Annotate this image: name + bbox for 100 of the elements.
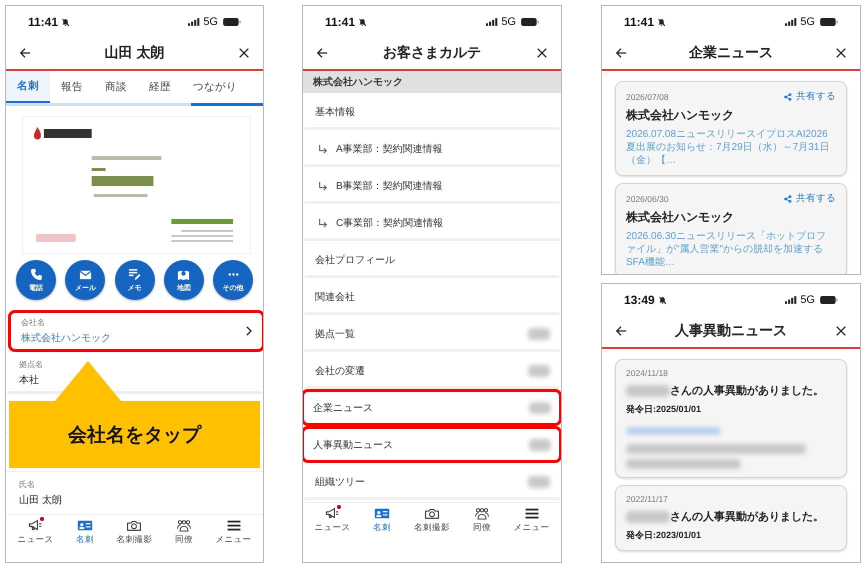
share-button[interactable]: 共有する (784, 90, 836, 103)
sub-item-arrow-icon (318, 180, 328, 190)
news-date: 2026/06/30 (626, 194, 669, 204)
menu-item[interactable]: 拠点一覧 (303, 315, 561, 352)
bell-slash-icon (358, 18, 368, 26)
back-arrow-icon[interactable] (615, 46, 627, 58)
news-date: 2022/11/17 (626, 494, 668, 504)
menu-item[interactable]: 基本情報 (303, 93, 561, 130)
status-time: 11:41 (28, 15, 58, 29)
signal-icon (785, 18, 798, 26)
field-label: 拠点名 (19, 359, 43, 370)
tab[interactable]: 名刺 (6, 71, 50, 103)
battery-icon (223, 18, 241, 26)
menu-icon (524, 507, 540, 520)
bell-slash-icon (658, 296, 667, 304)
id-card-icon (374, 507, 390, 520)
sub-item-arrow-icon (318, 144, 328, 154)
nav-tab[interactable]: 名刺撮影 (112, 519, 156, 546)
menu-item[interactable]: C事業部：契約関連情報 (303, 204, 561, 241)
menu-item[interactable]: 関連会社 (303, 278, 561, 315)
people-icon (474, 507, 490, 520)
screen-title: お客さまカルテ (383, 44, 481, 62)
battery-icon (820, 296, 838, 304)
field-value: 山田 太朗 (19, 494, 62, 507)
close-icon[interactable] (835, 46, 847, 58)
share-icon (784, 194, 792, 202)
nav-tab[interactable]: メニュー (510, 507, 554, 534)
menu-icon (226, 519, 242, 532)
network-label: 5G (501, 16, 516, 28)
news-date: 2024/11/18 (626, 368, 668, 378)
status-time: 11:41 (325, 15, 356, 29)
highlighted-field-row[interactable]: 会社名 株式会社ハンモック (8, 310, 263, 352)
notification-dot (337, 505, 342, 509)
bell-slash-icon (61, 18, 70, 26)
camera-icon (126, 519, 142, 532)
personnel-message: さんの人事異動がありました。 (670, 384, 824, 398)
menu-item[interactable]: 企業ニュース (303, 389, 561, 426)
nav-tab[interactable]: ニュース (13, 519, 58, 546)
redacted-blur (626, 384, 670, 396)
effective-date: 発令日:2025/01/01 (626, 403, 702, 416)
menu-item[interactable]: 会社の変遷 (303, 352, 561, 389)
share-button[interactable]: 共有する (784, 192, 836, 205)
personnel-message: さんの人事異動がありました。 (670, 510, 824, 524)
screen-title: 山田 太朗 (104, 44, 164, 62)
back-arrow-icon[interactable] (19, 46, 31, 58)
signal-icon (486, 18, 498, 26)
nav-tab[interactable]: ニュース (310, 507, 354, 534)
sub-item-arrow-icon (318, 218, 328, 228)
menu-item[interactable]: 組織ツリー (303, 463, 561, 500)
megaphone-icon (27, 519, 44, 532)
people-icon (176, 519, 192, 532)
signal-icon (785, 296, 798, 304)
battery-icon (521, 18, 539, 26)
news-card[interactable]: 2022/11/17 さんの人事異動がありました。 発令日:2023/01/01 (615, 485, 847, 551)
effective-date: 発令日:2023/01/01 (626, 529, 702, 542)
megaphone-icon (324, 507, 340, 520)
nav-tab[interactable]: 同僚 (171, 519, 198, 546)
section-header: 株式会社ハンモック (303, 71, 561, 93)
menu-item[interactable]: A事業部：契約関連情報 (303, 130, 561, 167)
news-card[interactable]: 2026/06/30 共有する 株式会社ハンモック 2026.06.30ニュースリリース「ホットプロファイル」が"属人営業"からの脱却を加速するSFA機能… (615, 183, 847, 274)
nav-tab[interactable]: 同僚 (468, 507, 495, 534)
menu-item[interactable]: 人事異動ニュース (303, 426, 561, 463)
phone-icon (30, 268, 42, 280)
field-label: 氏名 (19, 479, 35, 490)
status-time: 11:41 (624, 15, 654, 29)
close-icon[interactable] (536, 46, 548, 58)
network-label: 5G (800, 294, 815, 306)
network-label: 5G (203, 16, 218, 28)
nav-tab[interactable]: メニュー (212, 519, 256, 546)
news-card[interactable]: 2026/07/08 共有する 株式会社ハンモック 2026.07.08ニュースリリースイプロスAI2026夏出展のお知らせ：7月29日（水）～7月31日（金）【… (615, 81, 847, 176)
company-name: 株式会社ハンモック (626, 209, 734, 226)
back-arrow-icon[interactable] (615, 324, 627, 336)
close-icon[interactable] (835, 324, 847, 336)
close-icon[interactable] (238, 46, 250, 58)
field-label: 会社名 (21, 317, 45, 328)
menu-item[interactable]: B事業部：契約関連情報 (303, 167, 561, 204)
screen-title: 企業ニュース (689, 44, 773, 62)
id-card-icon (76, 519, 93, 532)
nav-tab[interactable]: 名刺 (72, 519, 98, 546)
field-value: 本社 (19, 374, 39, 387)
chevron-right-icon (245, 326, 252, 336)
menu-item[interactable]: 会社プロフィール (303, 241, 561, 278)
redacted-blur (626, 510, 670, 522)
status-time: 13:49 (624, 293, 655, 307)
news-card[interactable]: 2024/11/18 さんの人事異動がありました。 発令日:2025/01/01 (615, 359, 847, 478)
memo-icon (128, 268, 141, 280)
bell-slash-icon (657, 18, 666, 26)
notification-dot (40, 517, 44, 521)
back-arrow-icon[interactable] (316, 46, 328, 58)
camera-icon (424, 507, 440, 520)
network-label: 5G (800, 16, 815, 28)
screen-title: 人事異動ニュース (675, 322, 787, 340)
company-name: 株式会社ハンモック (626, 107, 734, 124)
share-icon (784, 92, 792, 100)
nav-tab[interactable]: 名刺撮影 (410, 507, 454, 534)
nav-tab[interactable]: 名刺 (369, 507, 396, 534)
field-value: 株式会社ハンモック (21, 332, 111, 345)
news-date: 2026/07/08 (626, 92, 669, 102)
battery-icon (820, 18, 838, 26)
signal-icon (188, 18, 200, 26)
